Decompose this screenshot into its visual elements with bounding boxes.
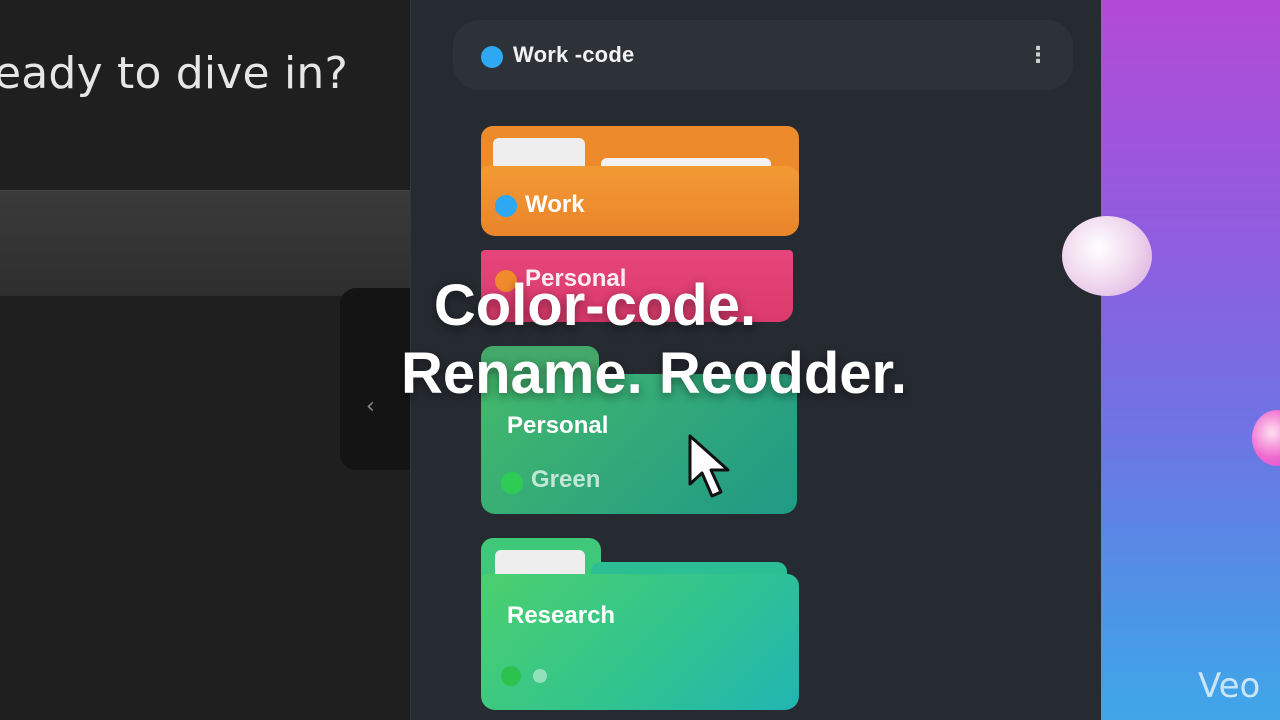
folder-research[interactable]: Research <box>481 538 799 710</box>
folder-label[interactable]: Personal <box>507 412 608 440</box>
folder-label[interactable]: Work <box>525 191 585 219</box>
folder-color-dot[interactable] <box>533 669 547 683</box>
folder-color-dot[interactable] <box>501 472 523 494</box>
headline-line-1: Color-code. <box>433 273 757 338</box>
headline-line-2: Rename. Reodder. <box>400 341 908 406</box>
group-name[interactable]: Work -code <box>513 42 634 68</box>
folder-color-name[interactable]: Green <box>531 466 600 494</box>
mouse-cursor-icon <box>688 434 730 498</box>
group-color-dot[interactable] <box>481 46 503 68</box>
watermark: Veo <box>1198 666 1261 706</box>
folder-front <box>481 574 799 710</box>
folder-color-dot[interactable] <box>501 666 521 686</box>
folder-label[interactable]: Research <box>507 602 615 630</box>
more-options-icon[interactable]: ⋮ <box>1027 40 1049 70</box>
greeting-heading: eady to dive in? <box>0 48 349 99</box>
folder-color-dot[interactable] <box>495 195 517 217</box>
tab-group-header[interactable]: Work -code ⋮ <box>453 20 1073 90</box>
folder-work[interactable]: Work <box>481 126 799 236</box>
